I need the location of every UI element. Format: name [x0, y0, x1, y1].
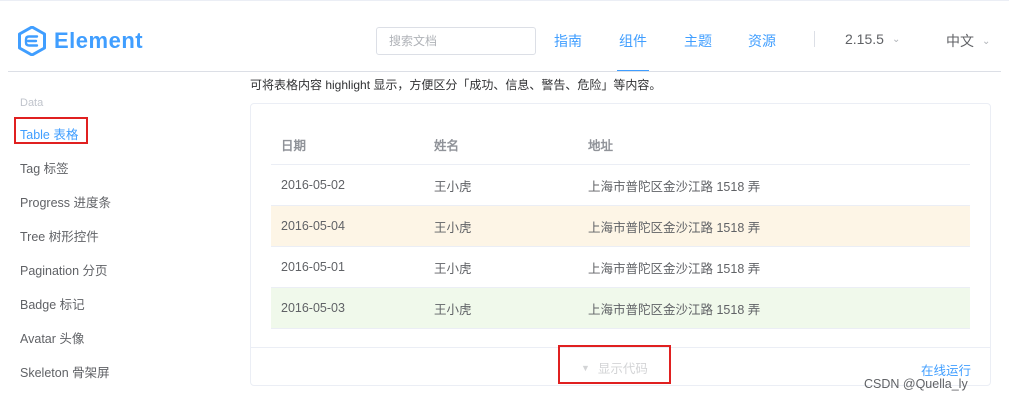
- nav-guide[interactable]: 指南: [554, 31, 582, 51]
- cell-name: 王小虎: [434, 302, 472, 317]
- cell-address: 上海市普陀区金沙江路 1518 弄: [588, 220, 761, 235]
- cell-address: 上海市普陀区金沙江路 1518 弄: [588, 261, 761, 276]
- top-header: Element 指南 组件 主题 资源 2.15.5 ⌄ 中文 ⌄: [0, 0, 1009, 76]
- demo-card: 日期 姓名 地址 2016-05-02 王小虎 上海市普陀区金沙江路 1518 …: [250, 103, 991, 386]
- cell-date: 2016-05-02: [281, 178, 345, 192]
- sidebar-item-avatar[interactable]: Avatar 头像: [20, 328, 84, 347]
- table-header-row: 日期 姓名 地址: [271, 125, 970, 165]
- nav-divider: [814, 31, 815, 47]
- logo-text: Element: [54, 28, 144, 53]
- sidebar-item-badge[interactable]: Badge 标记: [20, 294, 85, 313]
- cell-name: 王小虎: [434, 179, 472, 194]
- column-header-address: 地址: [588, 139, 614, 153]
- sidebar-item-tag[interactable]: Tag 标签: [20, 158, 69, 177]
- table-row: 2016-05-01 王小虎 上海市普陀区金沙江路 1518 弄: [271, 247, 970, 288]
- language-label: 中文: [946, 33, 974, 49]
- nav-component[interactable]: 组件: [619, 31, 647, 51]
- cell-name: 王小虎: [434, 220, 472, 235]
- nav-resource[interactable]: 资源: [748, 31, 776, 51]
- sidebar-item-skeleton[interactable]: Skeleton 骨架屏: [20, 362, 110, 381]
- data-table: 日期 姓名 地址 2016-05-02 王小虎 上海市普陀区金沙江路 1518 …: [271, 125, 970, 329]
- cell-name: 王小虎: [434, 261, 472, 276]
- table-row: 2016-05-02 王小虎 上海市普陀区金沙江路 1518 弄: [271, 165, 970, 206]
- header-divider: [8, 71, 1001, 72]
- language-dropdown[interactable]: 中文 ⌄: [946, 31, 990, 51]
- logo[interactable]: Element: [18, 25, 143, 57]
- nav-theme[interactable]: 主题: [684, 31, 712, 51]
- cell-address: 上海市普陀区金沙江路 1518 弄: [588, 179, 761, 194]
- version-label: 2.15.5: [845, 31, 884, 47]
- sidebar-item-progress[interactable]: Progress 进度条: [20, 192, 111, 211]
- cell-address: 上海市普陀区金沙江路 1518 弄: [588, 302, 761, 317]
- watermark: CSDN @Quella_ly: [864, 377, 968, 391]
- search-input[interactable]: [376, 27, 536, 55]
- cell-date: 2016-05-04: [281, 219, 345, 233]
- cell-date: 2016-05-03: [281, 301, 345, 315]
- sidebar-group-data: Data: [20, 97, 44, 109]
- element-logo-icon: [18, 26, 46, 56]
- column-header-date: 日期: [281, 139, 307, 153]
- version-dropdown[interactable]: 2.15.5 ⌄: [845, 31, 900, 47]
- column-header-name: 姓名: [434, 139, 460, 153]
- sidebar-item-table[interactable]: Table 表格: [20, 124, 78, 143]
- section-description: 可将表格内容 highlight 显示，方便区分「成功、信息、警告、危险」等内容…: [250, 78, 662, 92]
- cell-date: 2016-05-01: [281, 260, 345, 274]
- chevron-down-icon: ⌄: [891, 33, 901, 45]
- annotation-box-show-code: [558, 345, 671, 384]
- docs-page: Element 指南 组件 主题 资源 2.15.5 ⌄ 中文 ⌄ Data T…: [0, 0, 1009, 403]
- sidebar-item-pagination[interactable]: Pagination 分页: [20, 260, 108, 279]
- table-row-success: 2016-05-03 王小虎 上海市普陀区金沙江路 1518 弄: [271, 288, 970, 329]
- table-row-warning: 2016-05-04 王小虎 上海市普陀区金沙江路 1518 弄: [271, 206, 970, 247]
- sidebar-item-tree[interactable]: Tree 树形控件: [20, 226, 99, 245]
- chevron-down-icon: ⌄: [982, 35, 991, 47]
